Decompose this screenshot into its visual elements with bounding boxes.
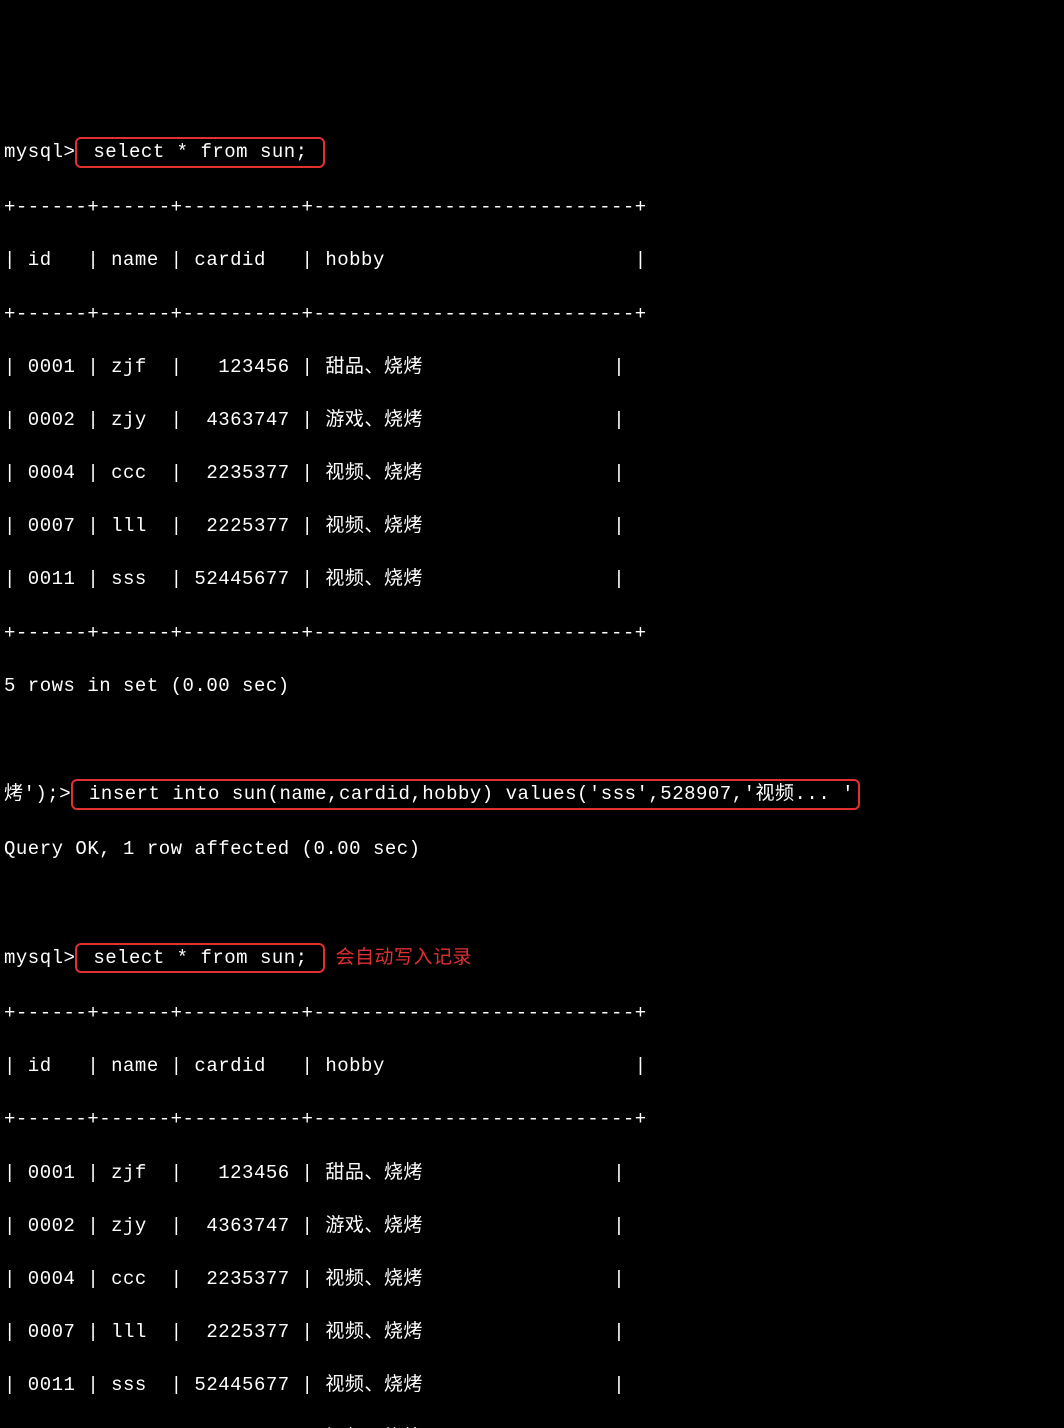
table-header: | id | name | cardid | hobby |: [4, 1053, 1060, 1080]
rows-result: 5 rows in set (0.00 sec): [4, 673, 1060, 700]
table-row: | 0001 | zjf | 123456 | 甜品、烧烤 |: [4, 354, 1060, 381]
table-row: | 0011 | sss | 52445677 | 视频、烧烤 |: [4, 566, 1060, 593]
table-row: | 0011 | sss | 52445677 | 视频、烧烤 |: [4, 1372, 1060, 1399]
prompt-line-2: 烤');> insert into sun(name,cardid,hobby)…: [4, 779, 1060, 810]
prompt-line-3: mysql> select * from sun; 会自动写入记录: [4, 943, 1060, 974]
highlighted-insert: insert into sun(name,cardid,hobby) value…: [71, 779, 860, 810]
prompt-line-1: mysql> select * from sun;: [4, 137, 1060, 168]
terminal-output: mysql> select * from sun; +------+------…: [4, 110, 1060, 1428]
highlighted-query-1: select * from sun;: [75, 137, 325, 168]
query-ok-result: Query OK, 1 row affected (0.00 sec): [4, 836, 1060, 863]
table-border: +------+------+----------+--------------…: [4, 620, 1060, 647]
mysql-prompt: mysql>: [4, 139, 75, 166]
table-row: | 0002 | zjy | 4363747 | 游戏、烧烤 |: [4, 407, 1060, 434]
table-row: | 0007 | lll | 2225377 | 视频、烧烤 |: [4, 1319, 1060, 1346]
table-row: | 0001 | zjf | 123456 | 甜品、烧烤 |: [4, 1160, 1060, 1187]
continuation-prompt: 烤');>: [4, 781, 71, 808]
table-border: +------+------+----------+--------------…: [4, 1000, 1060, 1027]
table-row: | 0004 | ccc | 2235377 | 视频、烧烤 |: [4, 460, 1060, 487]
annotation-text: 会自动写入记录: [335, 945, 472, 972]
table-border: +------+------+----------+--------------…: [4, 301, 1060, 328]
blank-line: [4, 726, 1060, 753]
highlighted-query-2: select * from sun;: [75, 943, 325, 974]
table-row: | 0007 | lll | 2225377 | 视频、烧烤 |: [4, 513, 1060, 540]
blank-line: [4, 890, 1060, 917]
table-header: | id | name | cardid | hobby |: [4, 247, 1060, 274]
table-border: +------+------+----------+--------------…: [4, 194, 1060, 221]
table-border: +------+------+----------+--------------…: [4, 1106, 1060, 1133]
table-row: | 0004 | ccc | 2235377 | 视频、烧烤 |: [4, 1266, 1060, 1293]
table-row: | 0012 | sss | 528907 | 视频、烧烤 |: [4, 1425, 1060, 1428]
table-row: | 0002 | zjy | 4363747 | 游戏、烧烤 |: [4, 1213, 1060, 1240]
mysql-prompt: mysql>: [4, 945, 75, 972]
